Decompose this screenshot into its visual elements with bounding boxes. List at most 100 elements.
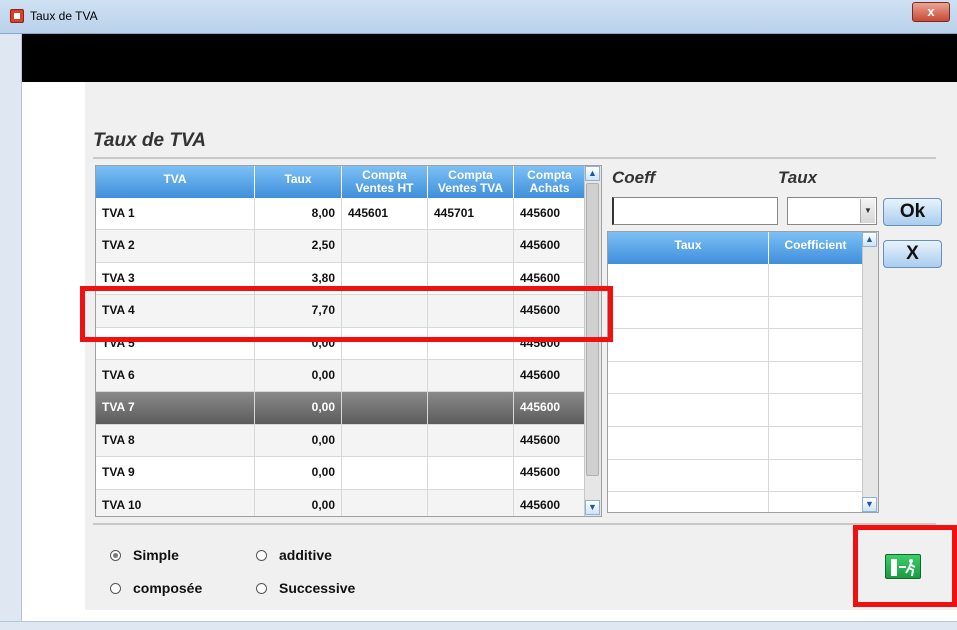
scroll-down-icon[interactable]: ▼	[585, 500, 600, 515]
divider	[93, 523, 936, 525]
radio-label: additive	[279, 547, 332, 563]
table-cell: TVA 6	[96, 360, 255, 392]
scroll-up-icon[interactable]: ▲	[585, 166, 600, 181]
coeff-label: Coeff	[612, 168, 656, 187]
table-row[interactable]: TVA 8 0,00 445600	[96, 424, 586, 458]
column-header-compta-achats[interactable]: Compta Achats	[514, 166, 586, 198]
radio-label: Successive	[279, 580, 356, 596]
ok-button[interactable]: Ok	[883, 198, 942, 226]
table-cell	[428, 457, 514, 489]
title-bar	[0, 0, 957, 34]
coefficient-table: Taux Coefficient	[607, 231, 879, 513]
table-cell: 445600	[514, 424, 586, 457]
table-cell	[608, 264, 769, 296]
table-cell: 8,00	[255, 198, 342, 230]
table-cell: 445600	[514, 457, 586, 489]
highlight-box-row	[80, 286, 613, 342]
window-border-left	[0, 34, 22, 630]
table-row[interactable]: TVA 2 2,50 445600	[96, 230, 586, 263]
table-cell: TVA 10	[96, 489, 255, 516]
section-title: Taux de TVA	[93, 130, 206, 151]
table-row[interactable]: TVA 1 8,00 445601 445701 445600	[96, 198, 586, 231]
column-header-taux2[interactable]: Taux	[608, 232, 769, 264]
table-row[interactable]	[608, 427, 863, 460]
column-header-compta-ventes-ht[interactable]: Compta Ventes HT	[342, 166, 428, 198]
table-row[interactable]	[608, 361, 863, 395]
table-cell	[428, 424, 514, 457]
scroll-up-icon[interactable]: ▲	[862, 232, 877, 247]
coefficient-scrollbar[interactable]	[862, 232, 878, 512]
table-cell	[608, 492, 769, 512]
table-cell: TVA 8	[96, 424, 255, 457]
table-row[interactable]: TVA 10 0,00 445600	[96, 489, 586, 516]
table-cell: 0,00	[255, 424, 342, 457]
table-cell	[428, 360, 514, 392]
table-cell: 445600	[514, 360, 586, 392]
column-header-tva[interactable]: TVA	[96, 166, 255, 198]
column-header-compta-ventes-tva[interactable]: Compta Ventes TVA	[428, 166, 514, 198]
table-cell	[342, 424, 428, 457]
cancel-button[interactable]: X	[883, 240, 942, 268]
table-cell	[608, 459, 769, 492]
table-row[interactable]	[608, 296, 863, 330]
table-cell: 2,50	[255, 230, 342, 262]
table-cell	[342, 457, 428, 489]
radio-label: composée	[133, 580, 203, 596]
scroll-down-icon[interactable]: ▼	[862, 497, 877, 512]
window-title: Taux de TVA	[30, 9, 98, 23]
window-border-bottom	[0, 621, 957, 630]
highlight-box-exit	[853, 525, 957, 607]
radio-unchecked-icon[interactable]	[256, 582, 267, 594]
table-cell	[342, 230, 428, 262]
table-row[interactable]	[608, 459, 863, 493]
column-header-coefficient[interactable]: Coefficient	[769, 232, 863, 264]
table-cell	[428, 230, 514, 262]
table-cell: 0,00	[255, 457, 342, 489]
table-cell: 445701	[428, 198, 514, 230]
radio-additive[interactable]: additive	[256, 545, 332, 565]
table-cell: 0,00	[255, 360, 342, 392]
table-cell: TVA 7	[96, 392, 255, 424]
radio-unchecked-icon[interactable]	[110, 582, 121, 594]
radio-composee[interactable]: composée	[110, 578, 202, 598]
table-cell: 445600	[514, 392, 586, 424]
table-cell	[428, 489, 514, 516]
table-cell: TVA 1	[96, 198, 255, 230]
radio-checked-icon[interactable]	[110, 549, 121, 561]
table-cell: 445601	[342, 198, 428, 230]
table-cell	[608, 361, 769, 394]
divider	[93, 157, 936, 159]
table-row[interactable]	[608, 492, 863, 512]
table-cell	[608, 296, 769, 329]
table-row[interactable]	[608, 394, 863, 427]
table-row[interactable]	[608, 264, 863, 297]
chevron-down-icon[interactable]: ▼	[860, 199, 875, 223]
table-cell	[342, 360, 428, 392]
table-cell	[428, 392, 514, 424]
radio-successive[interactable]: Successive	[256, 578, 355, 598]
table-row[interactable]	[608, 329, 863, 362]
table-cell: 0,00	[255, 489, 342, 516]
radio-simple[interactable]: Simple	[110, 545, 179, 565]
table-cell	[608, 394, 769, 426]
table-cell	[342, 392, 428, 424]
header-band	[22, 34, 957, 82]
table-cell	[342, 489, 428, 516]
table-cell: TVA 9	[96, 457, 255, 489]
table-cell	[608, 427, 769, 459]
table-cell: 445600	[514, 230, 586, 262]
app-icon	[10, 9, 24, 23]
taux-label: Taux	[778, 168, 818, 187]
table-cell: 0,00	[255, 392, 342, 424]
table-cell: 445600	[514, 198, 586, 230]
table-row[interactable]: TVA 6 0,00 445600	[96, 360, 586, 393]
table-row[interactable]: TVA 7 0,00 445600	[96, 392, 586, 425]
close-button[interactable]: x	[912, 2, 950, 22]
table-cell	[608, 329, 769, 361]
radio-unchecked-icon[interactable]	[256, 549, 267, 561]
column-header-taux[interactable]: Taux	[255, 166, 342, 198]
table-row[interactable]: TVA 9 0,00 445600	[96, 457, 586, 490]
table-cell: TVA 2	[96, 230, 255, 262]
coeff-input[interactable]	[612, 197, 778, 225]
table-cell: 445600	[514, 489, 586, 516]
